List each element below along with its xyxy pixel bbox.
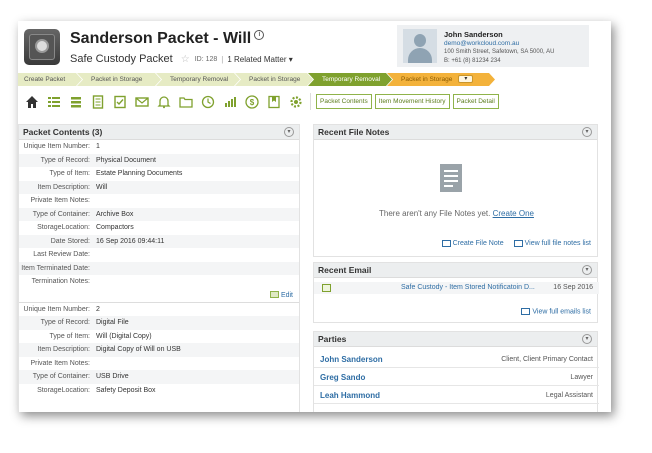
detail-row: Type of Container: USB Drive [19, 370, 299, 384]
notes-icon [440, 164, 462, 192]
contact-card: John Sanderson demo@workcloud.com.au 100… [397, 25, 589, 67]
bell-icon[interactable] [155, 93, 172, 110]
safe-icon [24, 29, 60, 65]
collapse-icon[interactable]: ▾ [582, 334, 592, 344]
detail-row: Type of Record: Physical Document [19, 153, 299, 167]
detail-row: Private Item Notes: [30, 197, 90, 204]
party-name[interactable]: Leah Hammond [320, 387, 380, 404]
detail-row: Unique Item Number: 2 [23, 305, 100, 313]
avatar [403, 29, 437, 63]
detail-row: Date Stored: 16 Sep 2016 09:44:11 [19, 234, 299, 248]
empty-state: There aren't any File Notes yet. Create … [379, 209, 534, 218]
detail-row: Item Description: Digital Copy of Will on… [19, 343, 299, 357]
detail-row: Termination Notes: [31, 278, 90, 285]
chart-icon[interactable] [221, 93, 238, 110]
panel-header: Recent Email ▾ [314, 263, 597, 278]
party-row: John Sanderson Client, Client Primary Con… [314, 351, 599, 368]
page-title: Sanderson Packet - Will i [70, 30, 265, 48]
item-details: Unique Item Number: 2 Type of Record: Digi… [19, 303, 299, 398]
info-icon[interactable]: i [254, 30, 265, 40]
view-file-notes-link[interactable]: View full file notes list [525, 240, 591, 247]
email-icon[interactable] [133, 93, 150, 110]
cog-person-icon[interactable] [287, 93, 304, 110]
panel-header: Recent File Notes ▾ [314, 125, 597, 140]
tasks-icon[interactable] [45, 93, 62, 110]
edit-icon [269, 291, 279, 299]
item-movement-history-button[interactable]: Item Movement History [374, 94, 450, 109]
contact-address: 100 Smith Street, Safetown, SA 5000, AU [444, 49, 555, 55]
clock-icon[interactable] [199, 93, 216, 110]
collapse-icon[interactable]: ▾ [582, 265, 592, 275]
contact-phone: B: +61 (8) 81234 234 [444, 58, 501, 64]
item-details: Unique Item Number: 1 Type of Record: Phys… [19, 140, 299, 289]
step-dropdown[interactable]: ▾ [458, 75, 473, 83]
process-bar: Create Packet Packet in Storage Temporar… [18, 73, 611, 86]
detail-row: Last Review Date: [33, 251, 90, 258]
detail-row: Item Description: Will [19, 180, 299, 194]
contact-email[interactable]: demo@workcloud.com.au [444, 40, 519, 47]
detail-row: Unique Item Number: 1 [23, 143, 100, 150]
packet-contents-panel: Packet Contents (3) ▾ Unique Item Number:… [18, 124, 300, 412]
detail-row: StorageLocation: Compactors [37, 224, 134, 231]
party-role: Legal Assistant [545, 392, 593, 399]
process-step[interactable]: Packet in Storage [77, 73, 161, 86]
collapse-icon[interactable]: ▾ [284, 127, 294, 137]
packet-detail-button[interactable]: Packet Detail [452, 94, 499, 109]
document-icon[interactable] [89, 93, 106, 110]
party-row: Leah Hammond Legal Assistant [314, 387, 599, 404]
email-subject[interactable]: Safe Custody - Item Stored Notificatoin … [401, 282, 535, 294]
parties-panel: Parties ▾ John Sanderson Client, Client Pr… [313, 331, 599, 412]
process-step[interactable]: Temporary Removal [156, 73, 240, 86]
recent-email-panel: Recent Email ▾ Safe Custody - Item Stored… [313, 262, 599, 323]
create-one-link[interactable]: Create One [493, 209, 534, 218]
process-step-current[interactable]: Packet in Storage ▾ [387, 73, 495, 86]
panel-header: Parties ▾ [314, 332, 597, 347]
detail-row: Type of Record: Digital File [19, 316, 299, 330]
related-matter-dropdown[interactable]: 1 Related Matter ▾ [227, 55, 292, 64]
party-name[interactable]: John Sanderson [320, 351, 383, 368]
checklist-icon[interactable] [111, 93, 128, 110]
svg-text:$: $ [249, 98, 254, 107]
home-icon[interactable] [23, 93, 40, 110]
app-window: Sanderson Packet - Will i Safe Custody Pa… [18, 21, 611, 412]
edit-link[interactable]: Edit [19, 289, 299, 303]
notes-links: Create File Note View full file notes li… [441, 240, 591, 247]
party-name[interactable]: Greg Sando [320, 369, 365, 386]
star-icon[interactable]: ☆ [181, 54, 190, 65]
packet-contents-button[interactable]: Packet Contents [316, 94, 372, 109]
create-note-icon [441, 240, 451, 247]
party-role: Lawyer [570, 374, 593, 381]
detail-row: Type of Container: Archive Box [19, 207, 299, 221]
process-step[interactable]: Temporary Removal [308, 73, 392, 86]
detail-row: Type of Item: Estate Planning Documents [49, 170, 183, 177]
party-row: Greg Sando Lawyer [314, 369, 599, 386]
email-icon [322, 284, 331, 292]
record-header: Sanderson Packet - Will i Safe Custody Pa… [18, 21, 611, 73]
folder-icon[interactable] [177, 93, 194, 110]
view-emails-link[interactable]: View full emails list [521, 308, 591, 315]
email-date: 16 Sep 2016 [553, 284, 593, 291]
action-toolbar: $ Packet Contents Item Movement History … [18, 90, 611, 113]
dollar-icon[interactable]: $ [243, 93, 260, 110]
panel-header: Packet Contents (3) ▾ [19, 125, 299, 140]
file-notes-panel: Recent File Notes ▾ There aren't any File… [313, 124, 598, 257]
stack-icon[interactable] [67, 93, 84, 110]
record-type: Safe Custody Packet [70, 53, 173, 65]
party-role: Client, Client Primary Contact [501, 356, 593, 363]
record-subtitle: Safe Custody Packet ☆ ID: 128 | 1 Relate… [70, 53, 293, 65]
create-file-note-link[interactable]: Create File Note [453, 240, 504, 247]
list-icon [513, 240, 523, 247]
contact-name[interactable]: John Sanderson [444, 30, 503, 39]
record-id: ID: 128 [194, 55, 218, 63]
email-row[interactable]: Safe Custody - Item Stored Notificatoin … [314, 282, 599, 294]
detail-row: Type of Item: Will (Digital Copy) [49, 332, 152, 340]
process-step[interactable]: Create Packet [18, 73, 82, 86]
collapse-icon[interactable]: ▾ [582, 127, 592, 137]
detail-row: Private Item Notes: [30, 359, 90, 367]
list-icon [521, 308, 531, 315]
detail-row: Item Terminated Date: [19, 261, 299, 275]
detail-row: StorageLocation: Safety Deposit Box [37, 386, 156, 394]
process-step[interactable]: Packet in Storage [235, 73, 313, 86]
bookmark-icon[interactable] [265, 93, 282, 110]
